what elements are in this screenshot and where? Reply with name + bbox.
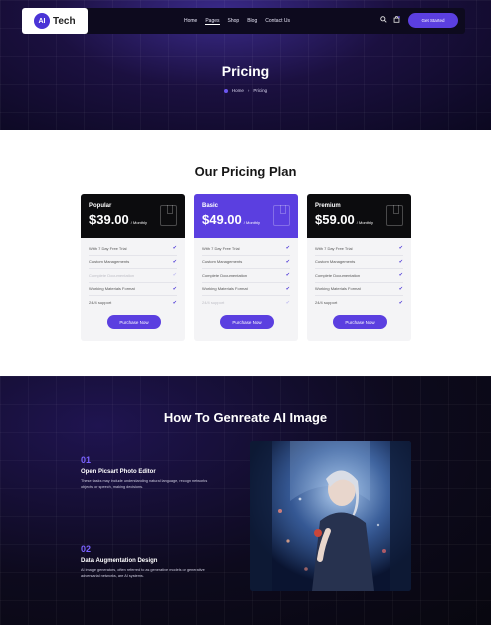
breadcrumb: Home › Pricing xyxy=(0,88,491,93)
check-icon: ✔ xyxy=(172,272,177,279)
feature-label: Complete Documentation xyxy=(315,272,361,278)
search-icon[interactable] xyxy=(378,16,388,26)
check-icon: ✔ xyxy=(285,299,290,306)
ai-section-title: How To Genreate AI Image xyxy=(163,410,328,425)
nav-links: Home Pages Shop Blog Contact Us xyxy=(184,8,290,34)
step-title: Data Augmentation Design xyxy=(81,558,158,564)
pricing-section: Our Pricing Plan Popular $39.00 / Monthl… xyxy=(0,130,491,376)
hero-banner: AI Tech Home Pages Shop Blog Contact Us … xyxy=(0,0,491,130)
step-item: 02 Data Augmentation Design AI image gen… xyxy=(81,544,211,579)
check-icon: ✔ xyxy=(285,245,290,252)
breadcrumb-home[interactable]: Home xyxy=(232,88,244,93)
check-icon: ✔ xyxy=(285,272,290,279)
feature-label: With 7 Day Free Trial xyxy=(202,245,240,251)
ai-generated-portrait-image xyxy=(250,441,411,591)
feature-item: Complete Documentation ✔ xyxy=(315,269,403,283)
pricing-card-premium: Premium $59.00 / Monthly With 7 Day Free… xyxy=(307,194,411,341)
check-icon: ✔ xyxy=(285,258,290,265)
step-number: 02 xyxy=(81,544,92,554)
feature-item: Custom Managements ✔ xyxy=(202,256,290,269)
feature-label: Custom Managements xyxy=(89,259,130,265)
feature-item: 24/4 support ✔ xyxy=(315,296,403,310)
check-icon: ✔ xyxy=(398,299,403,306)
bookmark-icon xyxy=(386,205,403,226)
home-dot-icon xyxy=(223,88,228,93)
nav-link-pages[interactable]: Pages xyxy=(205,18,220,25)
feature-item: With 7 Day Free Trial ✔ xyxy=(202,242,290,256)
feature-item: Custom Managements ✔ xyxy=(89,256,177,269)
feature-list: With 7 Day Free Trial ✔ Custom Management… xyxy=(307,238,411,310)
feature-label: Custom Managements xyxy=(202,259,243,265)
check-icon: ✔ xyxy=(398,272,403,279)
step-title: Open Picsart Photo Editor xyxy=(81,469,156,475)
plan-price: $39.00 xyxy=(89,212,129,227)
feature-list: With 7 Day Free Trial ✔ Custom Management… xyxy=(81,238,185,310)
plan-period: / Monthly xyxy=(130,220,147,225)
feature-label: Custom Managements xyxy=(315,259,356,265)
step-description: AI image generators, often referred to a… xyxy=(81,568,205,578)
check-icon: ✔ xyxy=(172,245,177,252)
page-title: Pricing xyxy=(221,63,270,79)
card-header: Premium $59.00 / Monthly xyxy=(307,194,411,238)
top-navbar: AI Tech Home Pages Shop Blog Contact Us … xyxy=(22,8,465,34)
feature-item: With 7 Day Free Trial ✔ xyxy=(315,242,403,256)
check-icon: ✔ xyxy=(398,258,403,265)
feature-item: Working Materials Format ✔ xyxy=(202,283,290,296)
logo-mark-icon: AI xyxy=(34,13,50,29)
check-icon: ✔ xyxy=(172,258,177,265)
feature-item: Working Materials Format ✔ xyxy=(315,283,403,296)
logo[interactable]: AI Tech xyxy=(22,8,88,34)
check-icon: ✔ xyxy=(398,285,403,292)
nav-link-shop[interactable]: Shop xyxy=(228,18,240,24)
purchase-now-button[interactable]: Purchase Now xyxy=(107,315,161,329)
feature-item: Custom Managements ✔ xyxy=(315,256,403,269)
check-icon: ✔ xyxy=(285,285,290,292)
feature-item: Complete Documentation ✔ xyxy=(202,269,290,283)
feature-label: 24/4 support xyxy=(89,300,112,306)
pricing-card-basic: Basic $49.00 / Monthly With 7 Day Free T… xyxy=(194,194,298,341)
feature-label: 24/4 support xyxy=(315,300,338,306)
step-item: 01 Open Picsart Photo Editor These tasks… xyxy=(81,455,211,490)
plan-price: $59.00 xyxy=(315,212,355,227)
plan-period: / Monthly xyxy=(356,220,373,225)
feature-label: Working Materials Format xyxy=(89,286,135,292)
ai-steps-section: How To Genreate AI Image 01 Open Picsart… xyxy=(0,376,491,625)
bookmark-icon xyxy=(273,205,290,226)
feature-label: Working Materials Format xyxy=(202,286,248,292)
feature-label: With 7 Day Free Trial xyxy=(89,245,127,251)
feature-list: With 7 Day Free Trial ✔ Custom Management… xyxy=(194,238,298,310)
plan-price: $49.00 xyxy=(202,212,242,227)
feature-item: With 7 Day Free Trial ✔ xyxy=(89,242,177,256)
plan-period: / Monthly xyxy=(243,220,260,225)
purchase-now-button[interactable]: Purchase Now xyxy=(220,315,274,329)
step-number: 01 xyxy=(81,455,92,465)
feature-label: With 7 Day Free Trial xyxy=(315,245,353,251)
feature-label: 24/4 support xyxy=(202,300,225,306)
pricing-card-popular: Popular $39.00 / Monthly With 7 Day Free… xyxy=(81,194,185,341)
pricing-title: Our Pricing Plan xyxy=(194,164,297,179)
feature-label: Complete Documentation xyxy=(89,272,135,278)
feature-item: 24/4 support ✔ xyxy=(202,296,290,310)
check-icon: ✔ xyxy=(172,299,177,306)
feature-label: Complete Documentation xyxy=(202,272,248,278)
step-description: These tasks may include understanding na… xyxy=(81,479,208,489)
bookmark-icon xyxy=(160,205,177,226)
breadcrumb-current: Pricing xyxy=(253,88,268,93)
feature-item: Complete Documentation ✔ xyxy=(89,269,177,283)
check-icon: ✔ xyxy=(172,285,177,292)
chevron-right-icon: › xyxy=(247,88,250,93)
cart-icon[interactable] xyxy=(391,15,401,26)
check-icon: ✔ xyxy=(398,245,403,252)
feature-item: 24/4 support ✔ xyxy=(89,296,177,310)
feature-item: Working Materials Format ✔ xyxy=(89,283,177,296)
logo-text: Tech xyxy=(53,15,76,27)
nav-link-home[interactable]: Home xyxy=(184,18,197,24)
card-header: Popular $39.00 / Monthly xyxy=(81,194,185,238)
get-started-button[interactable]: Get Started xyxy=(408,13,458,28)
card-header: Basic $49.00 / Monthly xyxy=(194,194,298,238)
nav-link-contact[interactable]: Contact Us xyxy=(265,18,290,24)
feature-label: Working Materials Format xyxy=(315,286,361,292)
nav-link-blog[interactable]: Blog xyxy=(247,18,257,24)
purchase-now-button[interactable]: Purchase Now xyxy=(333,315,387,329)
